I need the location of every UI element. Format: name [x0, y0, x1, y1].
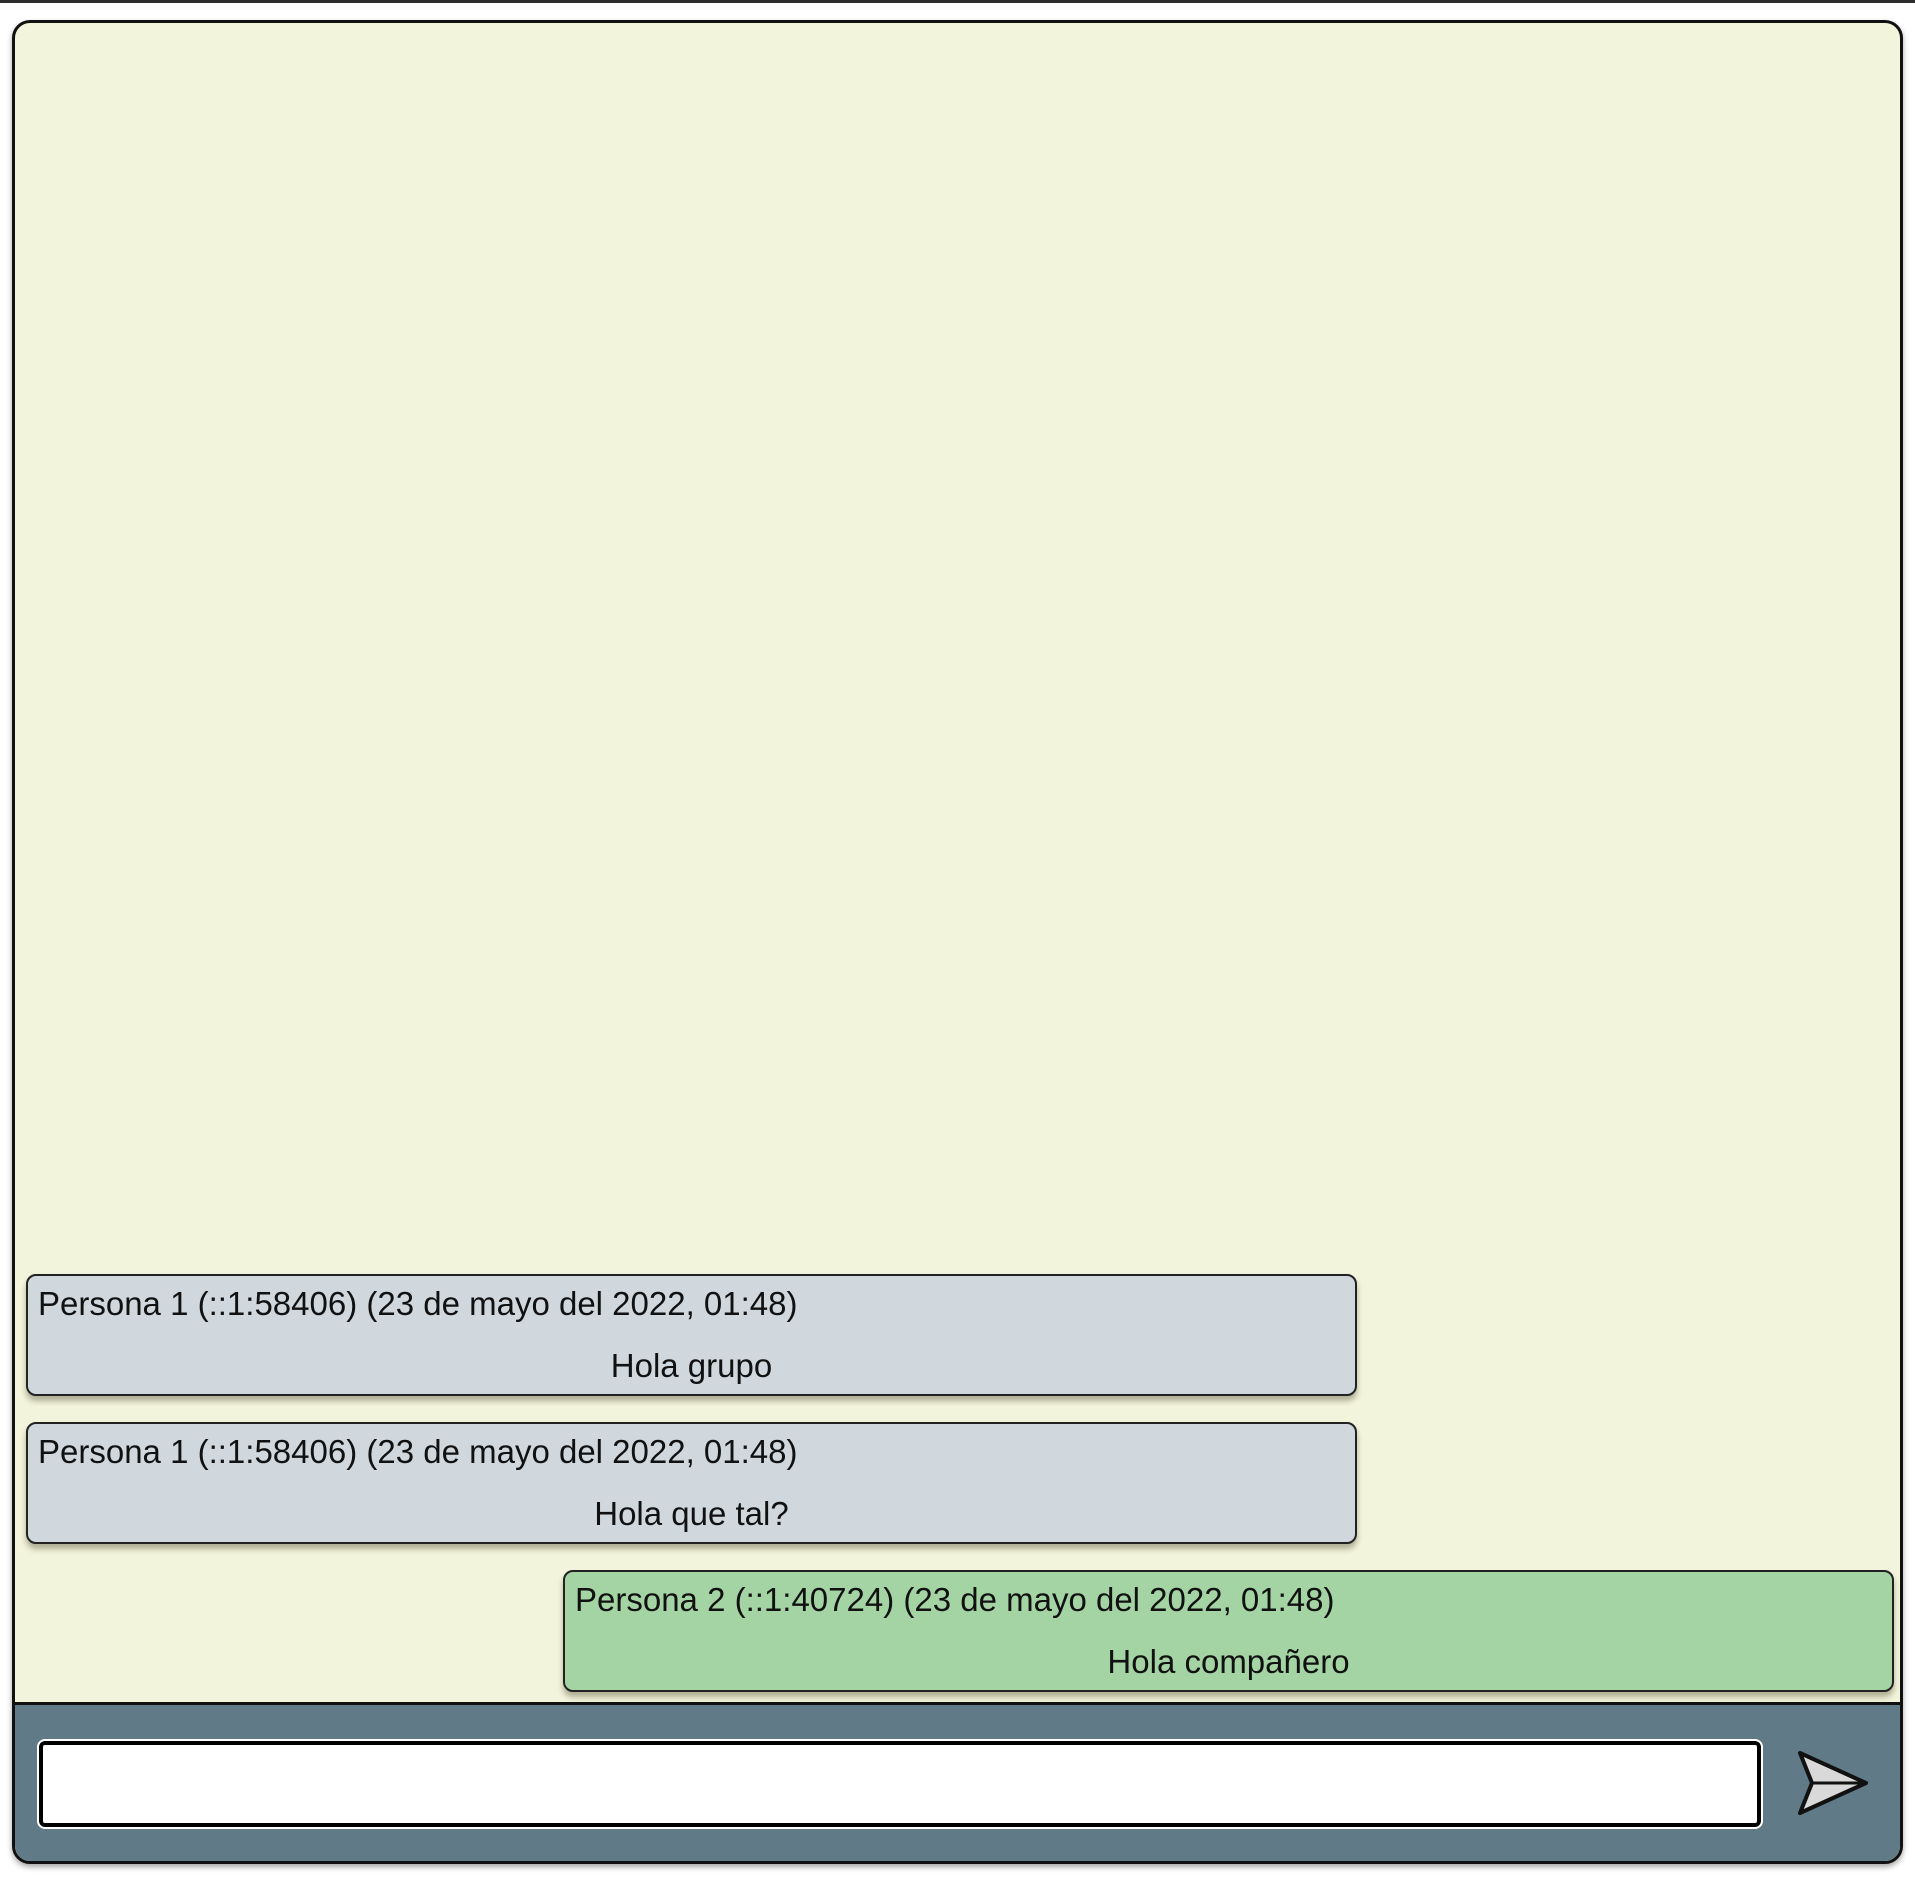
message-sender: Persona 1 (::1:58406) (23 de mayo del 20…	[38, 1285, 798, 1322]
message-bubble: Persona 1 (::1:58406) (23 de mayo del 20…	[26, 1422, 1357, 1544]
message-text: Hola grupo	[610, 1347, 773, 1384]
chat-window: Persona 1 (::1:58406) (23 de mayo del 20…	[12, 20, 1903, 1864]
message-sender: Persona 1 (::1:58406) (23 de mayo del 20…	[38, 1433, 798, 1470]
message-text: Hola compañero	[1107, 1643, 1350, 1680]
send-button[interactable]	[1792, 1745, 1872, 1821]
message-text: Hola que tal?	[594, 1495, 789, 1532]
message-input[interactable]	[37, 1739, 1763, 1829]
top-border	[0, 0, 1915, 3]
send-arrow-icon	[1798, 1751, 1868, 1815]
composer-bar	[15, 1702, 1900, 1861]
message-bubble-own: Persona 2 (::1:40724) (23 de mayo del 20…	[563, 1570, 1894, 1692]
message-bubble: Persona 1 (::1:58406) (23 de mayo del 20…	[26, 1274, 1357, 1396]
message-sender: Persona 2 (::1:40724) (23 de mayo del 20…	[575, 1581, 1335, 1618]
message-list[interactable]: Persona 1 (::1:58406) (23 de mayo del 20…	[15, 23, 1900, 1705]
